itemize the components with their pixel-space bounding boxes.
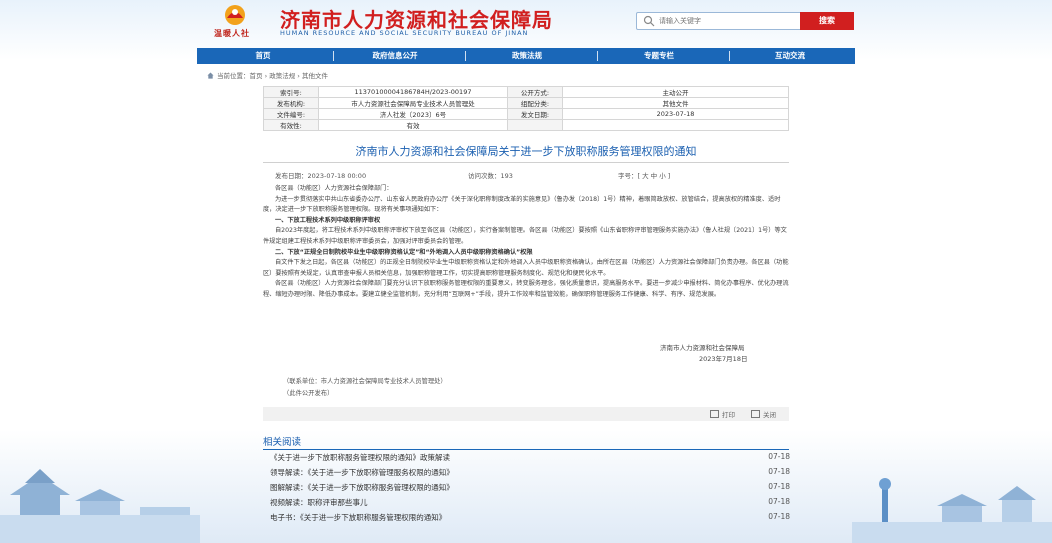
- related-item[interactable]: 电子书：《关于进一步下放职称服务管理权限的通知》 07-18: [270, 512, 790, 525]
- publish-date: 发布日期：2023-07-18 00:00: [275, 172, 367, 180]
- meta-empty: [562, 119, 789, 131]
- related-item[interactable]: 图解解读：《关于进一步下放职称服务管理权限的通知》 07-18: [270, 482, 790, 495]
- document-body: 各区县（功能区）人力资源社会保障部门： 为进一步贯彻落实中共山东省委办公厅、山东…: [263, 184, 789, 301]
- print-icon: [710, 410, 719, 418]
- search-button[interactable]: 搜索: [800, 12, 854, 30]
- breadcrumb: 当前位置：首页 › 政策法规 › 其他文件: [207, 70, 328, 80]
- section-heading: 一、下放工程技术系列中级职称评审权: [275, 216, 381, 224]
- section-heading: 二、下放“正规全日制院校毕业生中级职称资格认定”和“外地调入人员中级职称资格确认…: [275, 248, 533, 256]
- main-nav: 首页 政府信息公开 政策法规 专题专栏 互动交流: [197, 48, 855, 64]
- contact-unit: （联系单位：市人力资源社会保障局专业技术人员管理处）: [283, 378, 447, 385]
- meta-empty: [507, 119, 563, 131]
- skyline-right-decoration: [852, 478, 1052, 543]
- divider: [263, 162, 789, 163]
- paragraph: 自文件下发之日起，各区县（功能区）的正规全日制院校毕业生中级职称资格认定和外地调…: [263, 259, 789, 277]
- site-header: 温暖人社 济南市人力资源和社会保障局 HUMAN RESOURCE AND SO…: [0, 0, 1052, 46]
- paragraph: 为进一步贯彻落实中共山东省委办公厅、山东省人民政府办公厅《关于深化职称制度改革的…: [263, 195, 781, 214]
- related-item[interactable]: 视频解读：职称评审那些事儿 07-18: [270, 497, 790, 510]
- search-input[interactable]: [659, 13, 797, 29]
- meta-label: 索引号:: [263, 86, 319, 98]
- nav-home[interactable]: 首页: [197, 48, 329, 64]
- meta-label: 发布机构:: [263, 97, 319, 109]
- meta-value: 有效: [318, 119, 508, 131]
- related-item-title[interactable]: 《关于进一步下放职称服务管理权限的通知》政策解读: [270, 453, 450, 462]
- salutation: 各区县（功能区）人力资源社会保障部门：: [275, 185, 393, 192]
- logo-emblem-icon: [225, 5, 245, 25]
- related-item-title[interactable]: 视频解读：职称评审那些事儿: [270, 498, 368, 507]
- meta-value: 市人力资源社会保障局专业技术人员管理处: [318, 97, 508, 109]
- document-title: 济南市人力资源和社会保障局关于进一步下放职称服务管理权限的通知: [355, 145, 697, 158]
- meta-value: 其他文件: [562, 97, 789, 109]
- nav-policy[interactable]: 政策法规: [461, 48, 593, 64]
- meta-value: 11370100004186784H/2023-00197: [318, 86, 508, 98]
- site-subtitle: HUMAN RESOURCE AND SOCIAL SECURITY BUREA…: [280, 29, 529, 37]
- meta-value: 主动公开: [562, 86, 789, 98]
- logo-text: 温暖人社: [214, 29, 250, 38]
- search-icon: [643, 15, 655, 27]
- skyline-left-decoration: [0, 469, 200, 543]
- print-label: 打印: [722, 411, 735, 419]
- meta-value: 济人社发〔2023〕6号: [318, 108, 508, 120]
- related-item-date: 07-18: [768, 497, 790, 506]
- view-count: 访问次数：193: [468, 172, 513, 180]
- meta-label: 有效性:: [263, 119, 319, 131]
- paragraph: 自2023年度起，将工程技术系列中级职称评审权下放至各区县（功能区），实行备案制…: [263, 227, 787, 245]
- close-icon: [751, 410, 760, 418]
- related-item-title[interactable]: 领导解读：《关于进一步下放职称管理服务权限的通知》: [270, 468, 454, 477]
- related-item[interactable]: 领导解读：《关于进一步下放职称管理服务权限的通知》 07-18: [270, 467, 790, 480]
- close-label: 关闭: [763, 411, 776, 419]
- related-item-title[interactable]: 图解解读：《关于进一步下放职称服务管理权限的通知》: [270, 483, 454, 492]
- document-meta-table: 索引号: 11370100004186784H/2023-00197 公开方式:…: [263, 86, 789, 131]
- related-item-date: 07-18: [768, 512, 790, 521]
- divider: [263, 449, 789, 450]
- meta-value: 2023-07-18: [562, 108, 789, 120]
- meta-label: 公开方式:: [507, 86, 563, 98]
- meta-label: 组配分类:: [507, 97, 563, 109]
- related-item-title[interactable]: 电子书：《关于进一步下放职称服务管理权限的通知》: [270, 513, 446, 522]
- signature-org: 济南市人力资源和社会保障局: [660, 344, 745, 352]
- nav-gov-info[interactable]: 政府信息公开: [329, 48, 461, 64]
- action-bar: 打印 关闭: [263, 407, 789, 421]
- nav-interaction[interactable]: 互动交流: [725, 48, 855, 64]
- breadcrumb-text[interactable]: 当前位置：首页 › 政策法规 › 其他文件: [217, 72, 328, 80]
- home-icon: [207, 72, 214, 79]
- close-button[interactable]: 关闭: [751, 409, 776, 419]
- related-reading-title: 相关阅读: [263, 437, 302, 448]
- print-button[interactable]: 打印: [710, 409, 735, 419]
- publish-note: （此件公开发布）: [283, 390, 334, 397]
- related-item-date: 07-18: [768, 482, 790, 491]
- meta-label: 文件编号:: [263, 108, 319, 120]
- site-logo[interactable]: 温暖人社: [214, 4, 262, 42]
- search-box: [636, 12, 802, 30]
- font-size-switch[interactable]: 字号：[ 大 中 小 ]: [618, 170, 670, 180]
- related-item[interactable]: 《关于进一步下放职称服务管理权限的通知》政策解读 07-18: [270, 452, 790, 465]
- meta-label: 发文日期:: [507, 108, 563, 120]
- related-item-date: 07-18: [768, 452, 790, 461]
- signature-date: 2023年7月18日: [699, 355, 748, 363]
- paragraph: 各区县（功能区）人力资源社会保障部门要充分认识下放职称服务管理权限的重要意义，转…: [263, 280, 789, 298]
- nav-topics[interactable]: 专题专栏: [593, 48, 725, 64]
- related-item-date: 07-18: [768, 467, 790, 476]
